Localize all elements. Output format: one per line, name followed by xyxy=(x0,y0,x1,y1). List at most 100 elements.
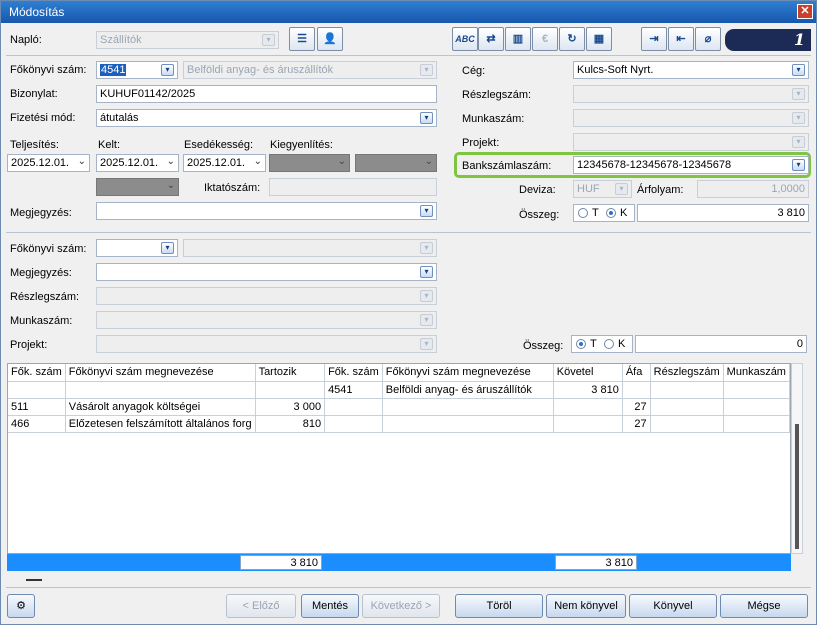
projekt-label: Projekt: xyxy=(462,137,500,149)
next-button[interactable]: Következő > xyxy=(362,594,440,618)
col-header[interactable]: Követel xyxy=(553,364,623,382)
osszeg-input[interactable]: 3 810 xyxy=(637,204,809,222)
fizetesi-value: átutalás xyxy=(100,112,139,124)
cancel-button[interactable]: Mégse xyxy=(720,594,808,618)
table-cell: 511 xyxy=(8,398,66,416)
lower-munkaszam-select[interactable]: ▾ xyxy=(96,311,437,329)
esedekesseg-date[interactable]: 2025.12.01. ⌄ xyxy=(183,154,266,172)
lower-fokonyvi-name[interactable]: ▾ xyxy=(183,239,437,257)
radio-k[interactable] xyxy=(606,208,616,218)
col-header[interactable]: Munkaszám xyxy=(723,364,790,382)
ceg-value: Kulcs-Soft Nyrt. xyxy=(577,64,654,76)
grid-vertical-scrollbar[interactable] xyxy=(791,363,803,554)
table-cell xyxy=(650,415,724,433)
chevron-down-icon: ▾ xyxy=(420,112,433,124)
deviza-value: HUF xyxy=(577,183,600,195)
table-cell: Belföldi anyag- és áruszállítók xyxy=(382,381,554,399)
reszleg-select[interactable]: ▾ xyxy=(573,85,809,103)
grid-header: Fők. szám Főkönyvi szám megnevezése Tart… xyxy=(8,364,790,382)
radio-t-label: T xyxy=(592,207,599,219)
lower-projekt-select[interactable]: ▾ xyxy=(96,335,437,353)
teljesites-date[interactable]: 2025.12.01. ⌄ xyxy=(7,154,90,172)
lower-fokonyvi-code[interactable]: ▾ xyxy=(96,239,178,257)
settings-icon[interactable]: ⚙ xyxy=(7,594,35,618)
kelt-date[interactable]: 2025.12.01. ⌄ xyxy=(96,154,179,172)
bankszamla-select[interactable]: 12345678-12345678-12345678 ▾ xyxy=(573,156,809,174)
divider xyxy=(6,232,811,233)
table-cell xyxy=(553,415,623,433)
col-header[interactable]: Fők. szám xyxy=(8,364,66,382)
chevron-down-icon: ▾ xyxy=(792,64,805,76)
extra-date[interactable]: ⌄ xyxy=(96,178,179,196)
chart-icon[interactable]: ▥ xyxy=(505,27,531,51)
grid-horizontal-scrollbar[interactable] xyxy=(26,579,42,581)
import-icon[interactable]: ⇥ xyxy=(641,27,667,51)
table-row[interactable]: 511 Vásárolt anyagok költségei 3 000 27 xyxy=(8,398,790,416)
naplo-value: Szállítók xyxy=(100,34,142,46)
col-header[interactable]: Részlegszám xyxy=(650,364,724,382)
divider xyxy=(6,587,811,588)
table-cell xyxy=(382,398,554,416)
projekt-select[interactable]: ▾ xyxy=(573,133,809,151)
euro-icon[interactable]: € xyxy=(532,27,558,51)
export-icon[interactable]: ⇤ xyxy=(668,27,694,51)
fizetesi-select[interactable]: átutalás ▾ xyxy=(96,109,437,127)
deviza-label: Deviza: xyxy=(519,184,556,196)
table-cell: 3 000 xyxy=(255,398,326,416)
bankszamla-label: Bankszámlaszám: xyxy=(462,160,552,172)
col-header[interactable]: Fők. szám xyxy=(324,364,383,382)
save-button[interactable]: Mentés xyxy=(301,594,359,618)
col-header[interactable]: Áfa xyxy=(622,364,651,382)
chevron-down-icon: ▾ xyxy=(161,64,174,76)
table-row[interactable]: 466 Előzetesen felszámított általános fo… xyxy=(8,415,790,433)
chevron-down-icon: ▾ xyxy=(420,290,433,302)
lower-megjegyzes-select[interactable]: ▾ xyxy=(96,263,437,281)
megjegyzes-label: Megjegyzés: xyxy=(10,207,72,219)
user-icon[interactable]: 👤 xyxy=(317,27,343,51)
col-header[interactable]: Főkönyvi szám megnevezése xyxy=(382,364,554,382)
divider xyxy=(6,55,811,56)
iktatoszam-input[interactable] xyxy=(269,178,437,196)
lower-osszeg-input[interactable]: 0 xyxy=(635,335,807,353)
deviza-select[interactable]: HUF ▾ xyxy=(573,180,632,198)
attach-icon[interactable]: ⌀ xyxy=(695,27,721,51)
list-icon[interactable]: ☰ xyxy=(289,27,315,51)
col-header[interactable]: Főkönyvi szám megnevezése xyxy=(65,364,256,382)
book-button[interactable]: Könyvel xyxy=(629,594,717,618)
fokonyvi-code-select[interactable]: 4541 ▾ xyxy=(96,61,178,79)
fokonyvi-name-select[interactable]: Belföldi anyag- és áruszállítók ▾ xyxy=(183,61,437,79)
chevron-down-icon: ⌄ xyxy=(77,156,86,167)
arfolyam-input[interactable]: 1,0000 xyxy=(697,180,809,198)
kiegyenlites-date[interactable]: ⌄ xyxy=(269,154,350,172)
table-cell xyxy=(8,381,66,399)
refresh-icon[interactable]: ↻ xyxy=(559,27,585,51)
table-cell xyxy=(723,398,790,416)
ceg-select[interactable]: Kulcs-Soft Nyrt. ▾ xyxy=(573,61,809,79)
kiegyenlites-select[interactable]: ⌄ xyxy=(355,154,437,172)
lower-radio-t[interactable] xyxy=(576,339,586,349)
delete-button[interactable]: Töröl xyxy=(455,594,543,618)
naplo-select[interactable]: Szállítók ▾ xyxy=(96,31,279,49)
prev-button[interactable]: < Előző xyxy=(226,594,296,618)
munkaszam-select[interactable]: ▾ xyxy=(573,109,809,127)
transfer-icon[interactable]: ⇄ xyxy=(478,27,504,51)
sum-tartozik: 3 810 xyxy=(240,555,322,570)
table-row[interactable]: 4541 Belföldi anyag- és áruszállítók 3 8… xyxy=(8,381,790,399)
no-book-button[interactable]: Nem könyvel xyxy=(546,594,626,618)
lower-radio-k[interactable] xyxy=(604,339,614,349)
col-header[interactable]: Tartozik xyxy=(255,364,326,382)
spellcheck-icon[interactable]: ABC xyxy=(452,27,478,51)
record-counter: 1 xyxy=(725,29,811,51)
lower-reszleg-select[interactable]: ▾ xyxy=(96,287,437,305)
tk-radio-group: T K xyxy=(573,204,635,222)
close-button[interactable]: ✕ xyxy=(797,4,813,19)
scrollbar-thumb[interactable] xyxy=(795,424,799,549)
bizonylat-input[interactable]: KUHUF01142/2025 xyxy=(96,85,437,103)
chevron-down-icon: ▾ xyxy=(792,88,805,100)
megjegyzes-select[interactable]: ▾ xyxy=(96,202,437,220)
esedekesseg-value: 2025.12.01. xyxy=(187,157,246,169)
calendar-icon[interactable]: ▦ xyxy=(586,27,612,51)
radio-t[interactable] xyxy=(578,208,588,218)
kelt-label: Kelt: xyxy=(98,139,121,151)
ledger-grid[interactable]: Fők. szám Főkönyvi szám megnevezése Tart… xyxy=(7,363,791,554)
